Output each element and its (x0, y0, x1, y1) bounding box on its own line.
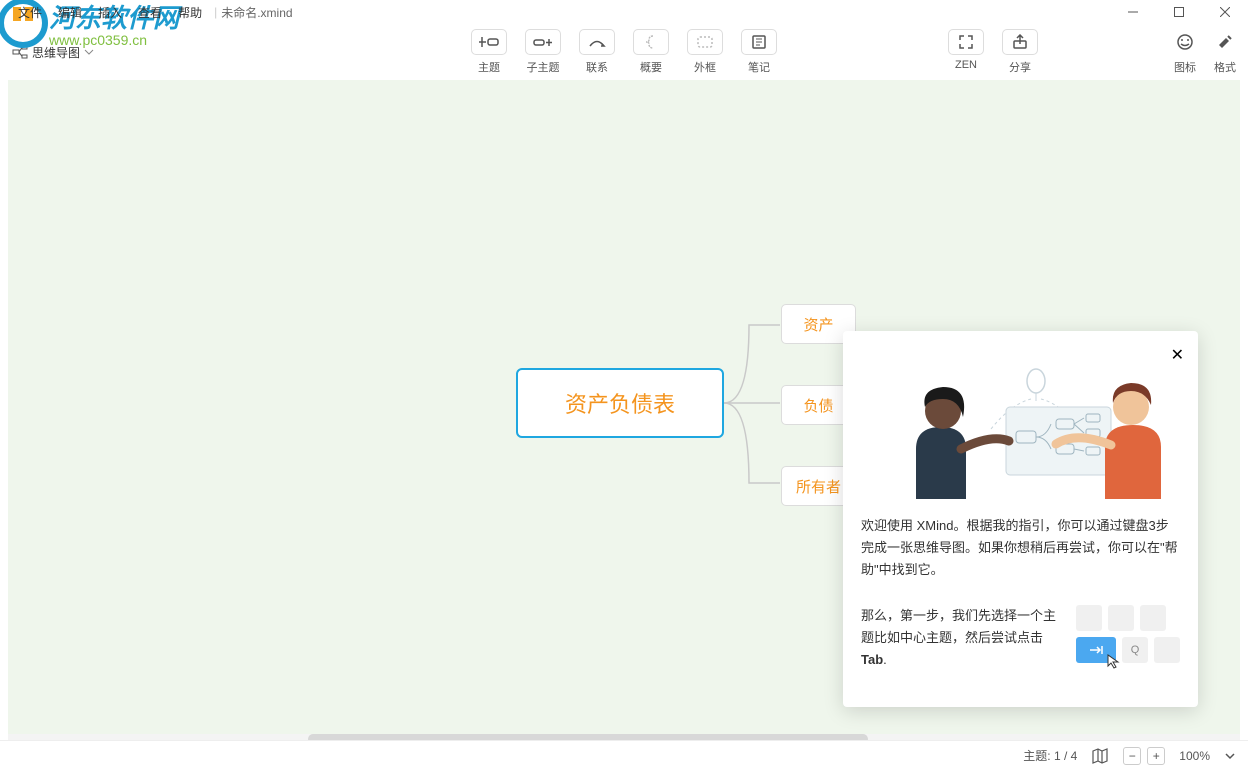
tutorial-step-text: 那么，第一步，我们先选择一个主题比如中心主题，然后尝试点击 Tab. (861, 605, 1064, 671)
topic-count-label: 主题: 1 / 4 (1023, 747, 1077, 764)
tutorial-panel: ✕ 欢迎使用 XMind。根据我的指引，你可以通过键盘3步完成一张思维导图。如果… (843, 331, 1198, 707)
zoom-level: 100% (1179, 749, 1210, 763)
zoom-in-button[interactable]: + (1147, 747, 1165, 765)
window-maximize-button[interactable] (1156, 0, 1202, 24)
chevron-down-icon (84, 47, 94, 57)
toolbar: 思维导图 主题 子主题 联系 概要 外框 笔记 ZEN 分享 图标 格式 (0, 24, 1248, 80)
tab-key-icon (1076, 637, 1116, 663)
share-button[interactable]: 分享 (1002, 29, 1038, 75)
topic-button[interactable]: 主题 (471, 29, 507, 75)
share-icon (1012, 34, 1028, 50)
subtopic-icon (533, 35, 553, 49)
menu-view[interactable]: 查看 (130, 4, 170, 21)
tutorial-illustration (861, 349, 1180, 499)
menubar: 文件 编辑 插入 查看 帮助 | 未命名.xmind (0, 0, 1248, 24)
map-icon[interactable] (1091, 747, 1109, 765)
summary-button[interactable]: 概要 (633, 29, 669, 75)
format-button[interactable]: 格式 (1214, 29, 1236, 75)
menu-help[interactable]: 帮助 (170, 4, 210, 21)
format-icon (1216, 33, 1234, 51)
icon-button[interactable]: 图标 (1174, 29, 1196, 75)
notes-button[interactable]: 笔记 (741, 29, 777, 75)
cursor-icon (1106, 653, 1122, 669)
mindmap-icon (12, 44, 28, 60)
zoom-out-button[interactable]: − (1123, 747, 1141, 765)
menu-file[interactable]: 文件 (10, 4, 50, 21)
zen-icon (958, 34, 974, 50)
subtopic-button[interactable]: 子主题 (525, 29, 561, 75)
zen-button[interactable]: ZEN (948, 29, 984, 75)
zoom-controls: − + (1123, 747, 1165, 765)
boundary-button[interactable]: 外框 (687, 29, 723, 75)
mindmap-tab[interactable]: 思维导图 (12, 44, 98, 61)
window-minimize-button[interactable] (1110, 0, 1156, 24)
topic-icon (479, 35, 499, 49)
statusbar: 主题: 1 / 4 − + 100% (0, 740, 1248, 770)
central-topic[interactable]: 资产负债表 (516, 368, 724, 438)
chevron-down-icon[interactable] (1224, 750, 1236, 762)
relation-icon (587, 35, 607, 49)
menu-edit[interactable]: 编辑 (50, 4, 90, 21)
tutorial-key-hint: Q (1076, 605, 1180, 671)
window-close-button[interactable] (1202, 0, 1248, 24)
boundary-icon (696, 35, 714, 49)
summary-icon (643, 34, 659, 50)
relation-button[interactable]: 联系 (579, 29, 615, 75)
smiley-icon (1176, 33, 1194, 51)
filename-label: 未命名.xmind (221, 4, 292, 21)
menu-insert[interactable]: 插入 (90, 4, 130, 21)
notes-icon (751, 34, 767, 50)
tutorial-welcome-text: 欢迎使用 XMind。根据我的指引，你可以通过键盘3步完成一张思维导图。如果你想… (861, 515, 1180, 581)
